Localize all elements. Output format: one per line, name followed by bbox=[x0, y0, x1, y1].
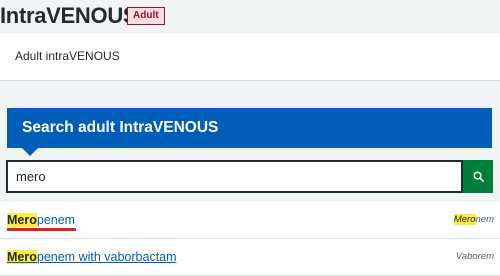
app-header: IntraVENOUS Adult bbox=[0, 0, 500, 34]
focus-underline bbox=[7, 228, 76, 231]
result-brand: Meronem bbox=[453, 214, 494, 225]
result-brand-match: Mero bbox=[453, 214, 476, 225]
search-panel-pointer bbox=[22, 148, 38, 156]
result-row: Meropenem with vaborbactam Vaborem bbox=[0, 239, 500, 276]
result-row: Meropenem Meronem bbox=[0, 202, 500, 239]
search-panel: Search adult IntraVENOUS bbox=[7, 108, 492, 148]
search-input[interactable] bbox=[16, 162, 456, 191]
search-button[interactable] bbox=[463, 160, 493, 193]
result-link-meropenem[interactable]: Meropenem bbox=[7, 213, 75, 227]
page-title: IntraVENOUS bbox=[0, 3, 138, 28]
section-subheader: Adult intraVENOUS bbox=[0, 34, 500, 81]
result-name-rest: penem bbox=[36, 213, 76, 227]
result-brand: Vaborem bbox=[456, 251, 494, 262]
search-icon bbox=[473, 171, 484, 182]
result-brand-rest: nem bbox=[475, 214, 494, 225]
adult-badge: Adult bbox=[127, 7, 165, 25]
result-brand-rest: Vaborem bbox=[455, 251, 494, 262]
search-input-wrapper bbox=[6, 160, 463, 193]
result-link-meropenem-vaborbactam[interactable]: Meropenem with vaborbactam bbox=[7, 250, 177, 264]
result-name-match: Mero bbox=[7, 213, 37, 227]
search-results-list: Meropenem Meronem Meropenem with vaborba… bbox=[0, 202, 500, 276]
result-name-match: Mero bbox=[7, 250, 37, 264]
section-subheader-text: Adult intraVENOUS bbox=[15, 49, 120, 63]
result-name-rest: penem with vaborbactam bbox=[36, 250, 177, 264]
search-heading: Search adult IntraVENOUS bbox=[22, 119, 219, 136]
